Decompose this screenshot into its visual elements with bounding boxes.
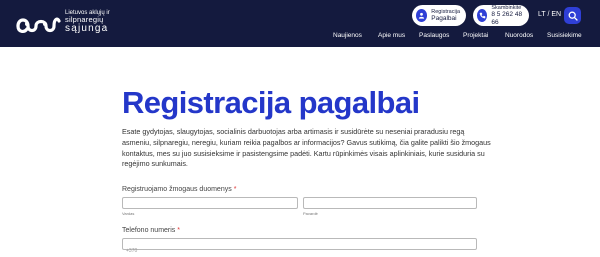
search-button[interactable] bbox=[564, 7, 581, 24]
call-pill-phone: 8 5 262 48 66 bbox=[491, 11, 523, 26]
user-icon bbox=[416, 9, 428, 22]
register-help-button[interactable]: Registracija Pagalbai bbox=[412, 5, 466, 26]
main-navigation: Naujienos Apie mus Paslaugos Projektai N… bbox=[0, 32, 600, 42]
nav-item-susisiekime[interactable]: Susisiekime bbox=[547, 32, 582, 39]
required-mark: * bbox=[177, 227, 180, 234]
search-icon bbox=[568, 11, 578, 21]
nav-item-projektai[interactable]: Projektai bbox=[463, 32, 488, 39]
nav-item-paslaugos[interactable]: Paslaugos bbox=[419, 32, 449, 39]
phone-label: Telefono numeris * bbox=[122, 227, 180, 234]
site-header: Lietuvos aklųjų ir silpnaregių sąjunga R… bbox=[0, 0, 600, 47]
last-name-input[interactable] bbox=[303, 197, 477, 209]
intro-paragraph: Esate gydytojas, slaugytojas, socialinis… bbox=[122, 127, 491, 169]
person-data-label: Registruojamo žmogaus duomenys * bbox=[122, 186, 237, 193]
nav-item-nuorodos[interactable]: Nuorodos bbox=[505, 32, 533, 39]
register-pill-value: Pagalbai bbox=[431, 14, 457, 22]
phone-input[interactable]: +370 bbox=[122, 238, 477, 254]
last-name-sublabel: Pavardė bbox=[303, 211, 318, 216]
call-button[interactable]: Skambinkite 8 5 262 48 66 bbox=[473, 5, 529, 26]
required-mark: * bbox=[233, 186, 237, 193]
page-title: Registracija pagalbai bbox=[122, 85, 420, 120]
first-name-sublabel: Vardas bbox=[122, 211, 135, 216]
nav-item-apie-mus[interactable]: Apie mus bbox=[378, 32, 405, 39]
phone-icon bbox=[477, 9, 488, 22]
nav-item-naujienos[interactable]: Naujienos bbox=[333, 32, 362, 39]
logo-text: Lietuvos aklųjų ir silpnaregių sąjunga bbox=[65, 10, 110, 35]
first-name-input[interactable] bbox=[122, 197, 298, 209]
phone-placeholder: +370 bbox=[126, 248, 138, 254]
language-switcher[interactable]: LT / EN bbox=[538, 11, 561, 18]
